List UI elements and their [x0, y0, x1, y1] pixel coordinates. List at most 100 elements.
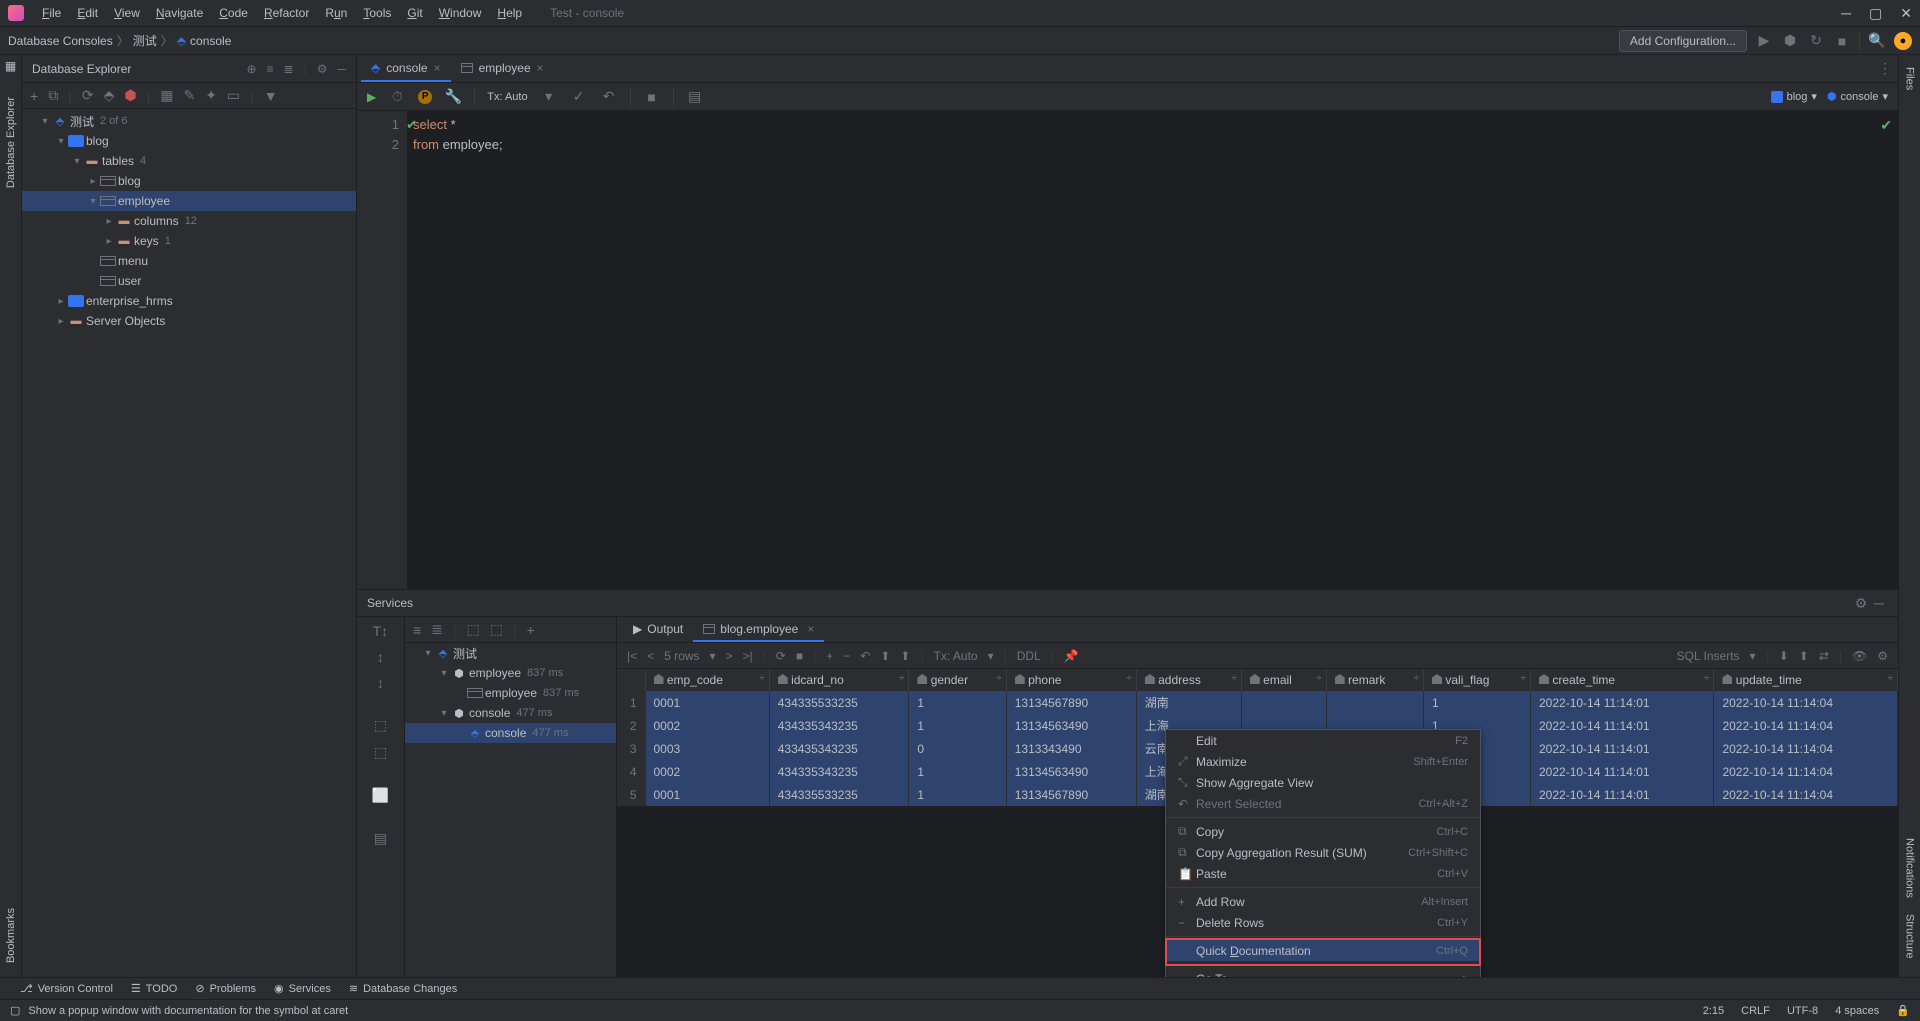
target-icon[interactable]: ⊕	[246, 62, 256, 76]
tw-problems[interactable]: ⊘Problems	[195, 982, 256, 995]
svc-employee-group[interactable]: ▾⬢employee837 ms	[405, 663, 616, 683]
cell[interactable]: 434335343235	[769, 714, 909, 737]
cell[interactable]: 433435343235	[769, 737, 909, 760]
eye-icon[interactable]: 👁	[1852, 649, 1867, 663]
cell[interactable]: 1313343490	[1006, 737, 1136, 760]
menu-navigate[interactable]: Navigate	[148, 4, 211, 22]
cell[interactable]: 13134563490	[1006, 760, 1136, 783]
close-button[interactable]: ✕	[1900, 5, 1912, 22]
tw-db-changes[interactable]: ≋Database Changes	[349, 982, 457, 995]
tree-server-objects[interactable]: ▸▬Server Objects	[22, 311, 356, 331]
menu-help[interactable]: Help	[489, 4, 530, 22]
cm-show-aggregate[interactable]: ⤡Show Aggregate View	[1166, 772, 1480, 793]
tab-employee[interactable]: employee ×	[451, 55, 554, 82]
sql-inserts-mode[interactable]: SQL Inserts	[1677, 649, 1740, 663]
first-page-icon[interactable]: |<	[627, 649, 637, 663]
tw-services[interactable]: ◉Services	[274, 982, 331, 995]
cell[interactable]: 434335533235	[769, 783, 909, 806]
files-rail-label[interactable]: Files	[1904, 59, 1916, 98]
notifications-rail-label[interactable]: Notifications	[1904, 830, 1916, 906]
tree-schema-enterprise[interactable]: ▸enterprise_hrms	[22, 291, 356, 311]
col-header[interactable]: remark÷	[1326, 669, 1423, 691]
settings-icon[interactable]: ⚙	[317, 62, 328, 76]
menu-refactor[interactable]: Refactor	[256, 4, 317, 22]
layout-icon[interactable]: ⬚	[467, 621, 480, 638]
prev-page-icon[interactable]: <	[647, 649, 654, 663]
commit-icon[interactable]: ↕	[377, 675, 384, 691]
tab-result[interactable]: blog.employee×	[693, 617, 824, 642]
cell[interactable]: 0003	[645, 737, 769, 760]
datasource-selector[interactable]: ⬢console ▾	[1827, 90, 1888, 103]
chevron-down-icon[interactable]: ▾	[540, 88, 558, 106]
collapse-icon[interactable]: ≣	[431, 621, 443, 638]
col-header[interactable]: gender÷	[909, 669, 1006, 691]
stop-square-icon[interactable]: ⬜	[372, 787, 389, 804]
cm-goto[interactable]: Go To▸	[1166, 968, 1480, 977]
svc-console-result[interactable]: ⬘console477 ms	[405, 723, 616, 743]
cm-copy[interactable]: ⧉CopyCtrl+C	[1166, 821, 1480, 842]
stop-icon[interactable]: ■	[643, 88, 661, 106]
cell[interactable]: 1	[909, 783, 1006, 806]
tw-version-control[interactable]: ⎇Version Control	[20, 982, 113, 995]
cell[interactable]: 2022-10-14 11:14:04	[1714, 691, 1898, 714]
close-icon[interactable]: ×	[537, 61, 544, 75]
crumb-0[interactable]: Database Consoles	[8, 34, 113, 48]
gear-icon[interactable]: ⚙	[1877, 649, 1888, 663]
rows-label[interactable]: 5 rows	[664, 649, 699, 663]
encoding[interactable]: UTF-8	[1787, 1005, 1818, 1017]
svc-console-group[interactable]: ▾⬢console477 ms	[405, 703, 616, 723]
cell[interactable]: 13134563490	[1006, 714, 1136, 737]
col-header[interactable]: email÷	[1241, 669, 1326, 691]
diagram-icon[interactable]: ▭	[227, 87, 240, 104]
pin-icon[interactable]: 📌	[1064, 649, 1079, 663]
stop-icon[interactable]: ■	[1833, 32, 1851, 50]
db-explorer-rail-icon[interactable]: ▦	[4, 59, 18, 73]
tree-columns-folder[interactable]: ▸▬columns12	[22, 211, 356, 231]
stop-icon[interactable]: ⬢	[124, 87, 136, 104]
rollback-icon[interactable]: ↶	[600, 88, 618, 106]
tree-keys-folder[interactable]: ▸▬keys1	[22, 231, 356, 251]
cell[interactable]: 2022-10-14 11:14:01	[1531, 691, 1714, 714]
explain-icon[interactable]: P	[418, 90, 432, 104]
query-icon[interactable]: ⬘	[104, 87, 115, 104]
tool-windows-icon[interactable]: ▢	[10, 1004, 20, 1017]
chevron-down-icon[interactable]: ▾	[709, 649, 715, 663]
crumb-1[interactable]: 测试	[133, 32, 157, 49]
ddl-button[interactable]: DDL	[1017, 649, 1041, 663]
cm-paste[interactable]: 📋PasteCtrl+V	[1166, 863, 1480, 884]
compare-icon[interactable]: ⇄	[1819, 649, 1829, 663]
tree-tables-folder[interactable]: ▾▬tables4	[22, 151, 356, 171]
refresh-icon[interactable]: ⟳	[82, 87, 94, 104]
settings-icon[interactable]: ⚙	[1852, 594, 1870, 612]
dump-icon[interactable]: ⬚	[374, 744, 387, 761]
cell[interactable]: 434335343235	[769, 760, 909, 783]
maximize-button[interactable]: ▢	[1869, 5, 1882, 22]
expand-all-icon[interactable]: ≡	[267, 62, 274, 76]
cell[interactable]: 0001	[645, 783, 769, 806]
tree-table-menu[interactable]: menu	[22, 251, 356, 271]
tree-table-blog[interactable]: ▸blog	[22, 171, 356, 191]
svc-datasource[interactable]: ▾⬘测试	[405, 643, 616, 663]
close-icon[interactable]: ×	[807, 622, 814, 636]
cell[interactable]	[1326, 691, 1423, 714]
add-configuration-button[interactable]: Add Configuration...	[1619, 30, 1747, 52]
upload-icon[interactable]: ⬆	[1799, 649, 1809, 663]
table-view-icon[interactable]: ▦	[160, 87, 173, 104]
edit-icon[interactable]: ✎	[183, 87, 195, 104]
cell[interactable]: 0002	[645, 714, 769, 737]
svc-employee-result[interactable]: employee837 ms	[405, 683, 616, 703]
revert-icon[interactable]: ↶	[860, 649, 870, 663]
structure-rail-label[interactable]: Structure	[1904, 906, 1916, 967]
tx-mode[interactable]: Tx: Auto	[934, 649, 978, 663]
save-icon[interactable]: ⬚	[490, 621, 503, 638]
menu-run[interactable]: Run	[317, 4, 355, 22]
tx-icon[interactable]: T↕	[373, 623, 389, 639]
menu-edit[interactable]: Edit	[69, 4, 106, 22]
cell[interactable]	[1241, 691, 1326, 714]
cell[interactable]: 2022-10-14 11:14:04	[1714, 760, 1898, 783]
refresh-icon[interactable]: ⟳	[776, 649, 786, 663]
collapse-all-icon[interactable]: ≣	[284, 62, 294, 76]
cell[interactable]: 13134567890	[1006, 783, 1136, 806]
col-header[interactable]: create_time÷	[1531, 669, 1714, 691]
last-page-icon[interactable]: >|	[743, 649, 753, 663]
